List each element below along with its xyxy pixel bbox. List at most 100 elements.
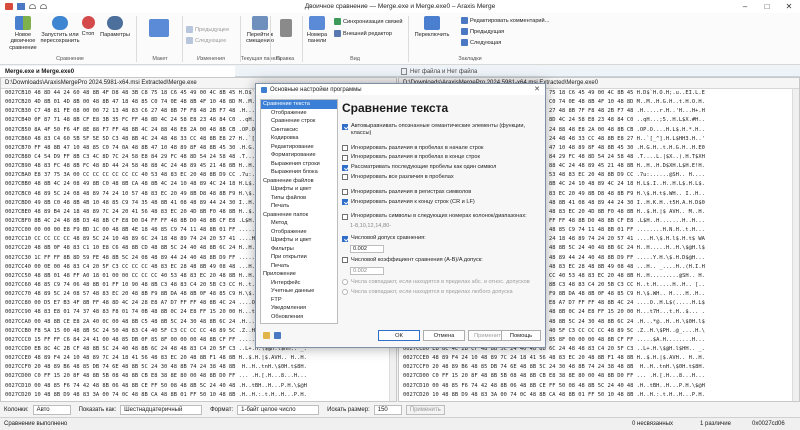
- hex-row[interactable]: 0027CD20 10 48 8B D9 48 83 3A 00 74 0C 4…: [399, 391, 799, 400]
- folder-icon[interactable]: [263, 332, 270, 339]
- prev-bookmark-button[interactable]: Предыдущая: [461, 28, 504, 35]
- goto-icon: [252, 16, 268, 30]
- tree-item[interactable]: Шрифты и цвет: [261, 236, 337, 245]
- tree-item[interactable]: Форматирование: [261, 151, 337, 160]
- tree-item[interactable]: При открытии: [261, 253, 337, 262]
- prev-change-button[interactable]: Предыдущее: [186, 26, 229, 33]
- auto-semantic-checkbox[interactable]: Автовыравнивать опознанные семантические…: [342, 123, 542, 137]
- new-compare-button[interactable]: Новое двоичное сравнение: [6, 16, 40, 51]
- rearrange-button[interactable]: Переключить: [414, 16, 450, 38]
- arrow-up-icon: [186, 26, 193, 33]
- ignore-eol-checkbox[interactable]: Игнорировать различия к концу строк (CR …: [342, 199, 542, 206]
- hex-row[interactable]: 0027CCE0 48 89 F4 24 10 48 89 7C 24 18 4…: [399, 354, 799, 363]
- maximize-button[interactable]: □: [756, 0, 778, 13]
- run-share-button[interactable]: Запустить или пересохранить: [41, 16, 80, 45]
- tree-item[interactable]: Печать: [261, 262, 337, 271]
- tree-item[interactable]: Фильтры: [261, 245, 337, 254]
- settings-dialog: Основные настройки программы ✕ Сравнение…: [255, 83, 546, 348]
- bookmark-up-icon: [461, 28, 468, 35]
- group-label-layout: Макет: [152, 56, 168, 62]
- tree-item[interactable]: FTP: [261, 296, 337, 305]
- tree-item[interactable]: Сравнение папок: [261, 211, 337, 220]
- ok-button[interactable]: ОК: [378, 330, 420, 341]
- settings-tree[interactable]: Сравнение текста Отображение Сравнение стр…: [260, 99, 338, 324]
- hex-row[interactable]: 0027CD20 10 48 8B D9 48 83 3A 00 74 0C 4…: [1, 391, 396, 400]
- ignore-all-ws-checkbox[interactable]: Игнорировать все различия в пробелах: [342, 174, 542, 181]
- tree-item[interactable]: Печать: [261, 202, 337, 211]
- numeric-tolerance-input[interactable]: 0.002: [350, 244, 384, 253]
- tab-no-file[interactable]: Нет файла и Нет файла: [396, 66, 596, 77]
- panels-button[interactable]: Номера панели: [304, 16, 330, 45]
- close-button[interactable]: ✕: [778, 0, 800, 13]
- tree-item[interactable]: Обновления: [261, 313, 337, 322]
- columns-select[interactable]: Авто: [32, 404, 71, 415]
- numbers-in-range-radio[interactable]: Числа совпадают, если находятся в предел…: [342, 279, 542, 286]
- next-bookmark-button[interactable]: Следующая: [461, 39, 501, 46]
- stop-button[interactable]: Стоп: [80, 16, 96, 37]
- show-as-select[interactable]: Шестнадцатеричный: [120, 404, 203, 415]
- changes-count: 1 различие: [700, 421, 731, 427]
- numeric-relative-checkbox[interactable]: Числовой коэффициент сравнения (A-B)/A д…: [342, 257, 542, 264]
- edit-button[interactable]: [276, 19, 296, 39]
- numeric-tolerance-checkbox[interactable]: Числовой допуск сравнения:: [342, 235, 542, 242]
- minimize-button[interactable]: –: [734, 0, 756, 13]
- tree-item[interactable]: Сравнение строк: [261, 117, 337, 126]
- numbers-in-any-radio[interactable]: Числа совпадают, если находятся в предел…: [342, 289, 542, 296]
- tree-item[interactable]: Шрифты и цвет: [261, 185, 337, 194]
- external-editor-button[interactable]: Внешний редактор: [334, 30, 392, 37]
- tree-item[interactable]: Кодировка: [261, 134, 337, 143]
- edit-comment-button[interactable]: Редактировать комментарий...: [461, 17, 549, 24]
- hex-row[interactable]: 0027CD00 C0 FF 15 20 8F 48 8B 5B 08 48 8…: [399, 372, 799, 381]
- hex-row[interactable]: 0027CCF0 20 48 89 B6 48 85 DB 74 6E 48 8…: [399, 363, 799, 372]
- gear-icon: [107, 16, 123, 30]
- ignore-case-checkbox[interactable]: Игнорировать различия в регистрах символ…: [342, 189, 542, 196]
- tree-item[interactable]: Метод: [261, 219, 337, 228]
- search-size-input[interactable]: 150: [373, 404, 402, 415]
- tab-merge-exe[interactable]: Merge.exe и Merge.exe0: [0, 66, 235, 77]
- tree-item[interactable]: Отображение: [261, 109, 337, 118]
- next-change-button[interactable]: Следующее: [186, 37, 226, 44]
- run-icon: [52, 16, 68, 30]
- tree-item[interactable]: Редактирование: [261, 143, 337, 152]
- ignore-trailing-ws-checkbox[interactable]: Игнорировать различия в пробелах в конце…: [342, 154, 542, 161]
- document-tabs: Merge.exe и Merge.exe0 Нет файла и Нет ф…: [0, 65, 800, 77]
- window-title: Двоичное сравнение — Merge.exe и Merge.e…: [304, 3, 496, 10]
- dialog-close-button[interactable]: ✕: [534, 85, 540, 93]
- settings-heading: Сравнение текста: [342, 101, 449, 115]
- group-label-edit: Правка: [275, 56, 295, 62]
- tree-item[interactable]: Сравнение файлов: [261, 177, 337, 186]
- edit-icon: [280, 19, 292, 37]
- layout-button[interactable]: [145, 19, 173, 39]
- hex-row[interactable]: 0027CD10 00 48 85 F6 74 42 48 8B 06 48 8…: [1, 382, 396, 391]
- treat-ws-single-checkbox[interactable]: Рассматривать последующие пробелы как од…: [342, 164, 542, 171]
- sync-button[interactable]: Синхронизация связей: [334, 18, 403, 25]
- tree-item[interactable]: Приложение: [261, 270, 337, 279]
- tree-item[interactable]: Интерфейс: [261, 279, 337, 288]
- ignore-columns-checkbox[interactable]: Игнорировать символы в следующих номерах…: [342, 213, 542, 220]
- tree-item[interactable]: Сравнение текста: [261, 100, 337, 109]
- tree-item[interactable]: Отображение: [261, 228, 337, 237]
- tree-item[interactable]: Выражения блока: [261, 168, 337, 177]
- apply-button[interactable]: Применить: [405, 404, 445, 415]
- tree-item[interactable]: Синтаксис: [261, 126, 337, 135]
- params-button[interactable]: Параметры: [99, 16, 131, 38]
- rearrange-icon: [424, 16, 440, 30]
- goto-offset-button[interactable]: Перейти к смещению: [244, 16, 276, 45]
- help-button[interactable]: Помощь: [501, 330, 541, 341]
- format-label: Формат:: [210, 406, 234, 413]
- hex-row[interactable]: 0027CCF0 20 48 89 B6 48 85 DB 74 6E 48 8…: [1, 363, 396, 372]
- ignore-leading-ws-checkbox[interactable]: Игнорировать различия в пробелах в начал…: [342, 145, 542, 152]
- right-scrollbar[interactable]: [792, 89, 799, 401]
- save-icon[interactable]: [274, 332, 281, 339]
- hex-row[interactable]: 0027CD00 C0 FF 15 20 8F 48 8B 5B 08 48 8…: [1, 372, 396, 381]
- hex-row[interactable]: 0027CD10 00 48 85 F6 74 42 48 8B 06 48 8…: [399, 382, 799, 391]
- tree-item[interactable]: Уведомления: [261, 304, 337, 313]
- tree-item[interactable]: Типы файлов: [261, 194, 337, 203]
- tree-item[interactable]: Учетные данные: [261, 287, 337, 296]
- bookmark-down-icon: [461, 39, 468, 46]
- hex-row[interactable]: 0027CCE0 48 89 F4 24 10 48 89 7C 24 18 4…: [1, 354, 396, 363]
- tree-item[interactable]: Выражения строки: [261, 160, 337, 169]
- format-select[interactable]: 1-байт целое число: [237, 404, 320, 415]
- cancel-button[interactable]: Отмена: [423, 330, 465, 341]
- numeric-relative-input[interactable]: 0.002: [350, 266, 384, 275]
